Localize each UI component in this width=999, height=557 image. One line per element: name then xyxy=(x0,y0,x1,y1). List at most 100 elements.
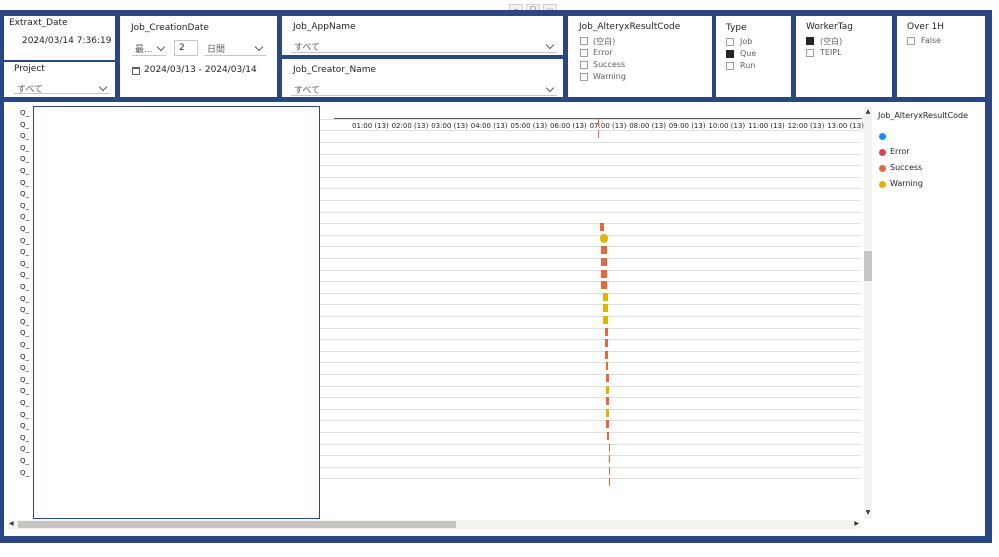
gantt-bar[interactable] xyxy=(605,350,608,359)
gantt-bar[interactable] xyxy=(609,443,611,452)
app-name-dropdown[interactable]: すべて xyxy=(291,38,557,53)
gantt-bar[interactable] xyxy=(597,118,599,127)
gantt-bar[interactable] xyxy=(606,420,609,429)
row-gridline xyxy=(320,165,860,167)
gantt-bar[interactable] xyxy=(603,292,608,301)
row-label: Q_ xyxy=(20,329,30,338)
vertical-scrollbar[interactable]: ▲ ▼ xyxy=(864,106,872,519)
type-checkbox-job[interactable] xyxy=(726,38,734,46)
worker-tag-label-teipl: TEIPL xyxy=(820,48,842,57)
extract-date-value: 2024/03/14 7:36:19 xyxy=(22,36,112,46)
gantt-bar[interactable] xyxy=(606,397,609,406)
x-tick-label: 05:00 (13) xyxy=(510,122,548,130)
row-label: Q_ xyxy=(20,399,30,407)
type-checkbox-run[interactable] xyxy=(726,62,734,70)
creation-date-mode-dropdown[interactable]: 最... xyxy=(132,40,166,56)
row-label: Q_ xyxy=(20,294,30,303)
row-label: Q_ xyxy=(20,410,30,419)
gantt-bar[interactable] xyxy=(603,304,608,313)
gantt-bar[interactable] xyxy=(606,385,609,394)
creator-name-card: Job_Creator_Name すべて xyxy=(282,59,563,97)
row-gridline xyxy=(320,281,860,283)
gantt-bar[interactable] xyxy=(605,327,609,336)
result-code-checkbox-warning[interactable] xyxy=(580,73,588,81)
creator-name-dropdown-value: すべて xyxy=(294,86,321,96)
row-label: Q_ xyxy=(20,109,30,117)
worker-tag-checkbox-teipl[interactable] xyxy=(806,49,814,57)
creation-date-number-input[interactable]: 2 xyxy=(174,40,198,56)
row-gridline xyxy=(320,142,860,143)
x-tick-label: 02:00 (13) xyxy=(391,122,429,130)
scroll-left-icon[interactable]: ◀ xyxy=(9,520,14,527)
row-label: Q_ xyxy=(20,143,30,152)
gantt-bar[interactable] xyxy=(600,223,605,232)
row-gridline xyxy=(320,130,860,132)
gantt-bar[interactable] xyxy=(607,432,610,440)
x-tick-label: 06:00 (13) xyxy=(550,122,587,130)
gantt-bar[interactable] xyxy=(599,234,609,244)
creation-date-number-value: 2 xyxy=(179,43,185,53)
row-gridline xyxy=(320,200,860,201)
gantt-bar[interactable] xyxy=(609,466,611,475)
gantt-bar[interactable] xyxy=(601,246,607,255)
row-label: Q_ xyxy=(20,225,30,233)
row-gridline xyxy=(320,304,860,306)
overlay-white-panel xyxy=(33,106,320,519)
gantt-bar[interactable] xyxy=(601,281,607,290)
gantt-bar[interactable] xyxy=(601,269,607,278)
gantt-bar[interactable] xyxy=(606,408,609,417)
project-title: Project xyxy=(14,64,45,74)
scroll-right-icon[interactable]: ▶ xyxy=(854,520,859,527)
gantt-bar[interactable] xyxy=(606,362,609,371)
row-label: Q_ xyxy=(20,120,30,129)
type-checkbox-que[interactable] xyxy=(726,50,734,58)
row-gridline xyxy=(320,339,860,341)
row-gridline xyxy=(320,269,860,271)
row-label: Q_ xyxy=(20,155,30,164)
row-label: Q_ xyxy=(20,364,30,373)
result-code-checkbox-success[interactable] xyxy=(580,61,588,69)
row-gridline xyxy=(320,466,860,468)
project-dropdown[interactable]: すべて xyxy=(14,80,110,95)
vertical-scroll-thumb[interactable] xyxy=(864,251,872,281)
gantt-bar[interactable] xyxy=(609,478,611,487)
result-code-label-warning: Warning xyxy=(593,72,626,81)
scroll-up-icon[interactable]: ▲ xyxy=(864,108,872,115)
row-gridline xyxy=(320,397,860,399)
gantt-bar[interactable] xyxy=(606,374,609,382)
over-1h-checkbox-false[interactable] xyxy=(907,37,915,45)
creator-name-dropdown[interactable]: すべて xyxy=(291,81,557,96)
scroll-down-icon[interactable]: ▼ xyxy=(864,509,872,516)
horizontal-scroll-thumb[interactable] xyxy=(18,521,456,528)
gantt-bar[interactable] xyxy=(603,316,608,324)
gantt-bar[interactable] xyxy=(605,339,608,348)
row-label: Q_ xyxy=(20,178,30,187)
row-gridline xyxy=(320,176,860,178)
horizontal-scrollbar[interactable]: ◀ ▶ xyxy=(8,520,860,529)
calendar-icon[interactable] xyxy=(132,67,140,75)
gantt-chart: Q_ Q_ Q_ Q_ Q_ Q_ Q_ Q_ Q_ Q_ Q_ Q_ Q_ Q_ Q_ Q_ Q_ Q_ Q_ Q_… xyxy=(4,102,985,536)
row-gridline xyxy=(320,478,860,480)
extract-date-card: Extraxt_Date 2024/03/14 7:36:19 xyxy=(4,16,115,60)
creation-date-unit-dropdown[interactable]: 日間 xyxy=(204,40,266,56)
worker-tag-checkbox-blank[interactable] xyxy=(806,37,814,45)
result-code-checkbox-error[interactable] xyxy=(580,49,588,57)
row-label: Q_ xyxy=(20,213,30,222)
row-label: Q_ xyxy=(20,167,30,175)
creation-date-card: Job_CreationDate 最... 2 日間 2024/03/13 - … xyxy=(120,16,277,97)
row-label: Q_ xyxy=(20,375,30,384)
chevron-down-icon xyxy=(156,42,166,52)
creation-date-mode-value: 最... xyxy=(135,45,153,55)
x-tick-label: 11:00 (13) xyxy=(748,122,785,130)
gantt-bar[interactable] xyxy=(601,258,607,266)
legend-dot-warning xyxy=(879,181,886,188)
result-code-checkbox-blank[interactable] xyxy=(580,37,588,45)
worker-tag-title: WorkerTag xyxy=(806,22,853,32)
x-tick-label: 09:00 (13) xyxy=(668,122,706,130)
row-label: Q_ xyxy=(20,317,30,326)
row-label: Q_ xyxy=(20,457,30,465)
row-label: Q_ xyxy=(20,306,30,315)
gantt-bar[interactable] xyxy=(597,130,599,139)
x-tick-label: 01:00 (13) xyxy=(352,122,389,130)
gantt-bar[interactable] xyxy=(609,455,611,464)
